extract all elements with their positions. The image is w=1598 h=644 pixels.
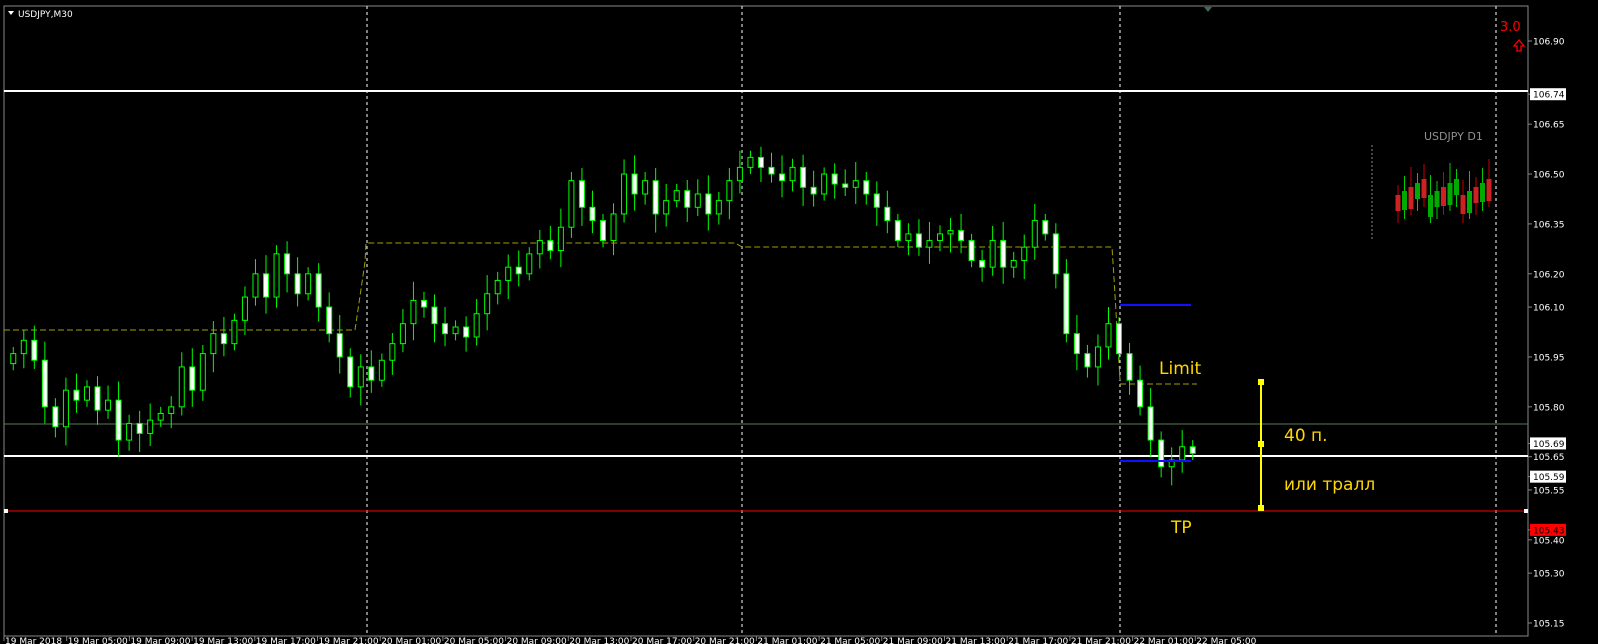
time-label: 20 Mar 13:00 — [569, 637, 629, 644]
time-label: 19 Mar 09:00 — [130, 637, 190, 644]
price-label: 105.55 — [1533, 486, 1565, 496]
price-label: 106.35 — [1533, 220, 1565, 230]
time-label: 22 Mar 05:00 — [1196, 637, 1256, 644]
time-label: 21 Mar 09:00 — [883, 637, 943, 644]
tp-label[interactable]: TP — [1170, 518, 1192, 538]
price-tag-label: 105.59 — [1533, 473, 1565, 483]
time-label: 20 Mar 09:00 — [507, 637, 567, 644]
tp-line-right-handle[interactable] — [1524, 509, 1528, 513]
price-label: 105.40 — [1533, 536, 1565, 546]
price-tag-label: 105.69 — [1533, 440, 1565, 450]
time-label: 20 Mar 17:00 — [632, 637, 692, 644]
time-label: 21 Mar 17:00 — [1008, 637, 1068, 644]
time-label: 19 Mar 05:00 — [68, 637, 128, 644]
price-label: 105.80 — [1533, 403, 1565, 413]
mini-chart-title: USDJPY D1 — [1424, 130, 1483, 143]
limit-label[interactable]: Limit — [1159, 359, 1201, 379]
price-label: 105.30 — [1533, 570, 1565, 580]
corner-value: 3.0 — [1500, 20, 1521, 35]
time-label: 20 Mar 01:00 — [381, 637, 441, 644]
price-label: 106.10 — [1533, 304, 1565, 314]
points-label[interactable]: 40 п. — [1284, 426, 1328, 446]
chart-canvas[interactable]: Limit 40 п. или тралл TP USDJPY D1 USDJP… — [0, 0, 1598, 644]
time-label: 22 Mar 01:00 — [1134, 637, 1194, 644]
price-tag-label: 106.74 — [1533, 91, 1565, 101]
price-label: 106.65 — [1533, 121, 1565, 131]
price-label: 105.65 — [1533, 453, 1565, 463]
trail-label[interactable]: или тралл — [1284, 475, 1375, 495]
price-label: 105.15 — [1533, 620, 1565, 630]
time-label: 19 Mar 21:00 — [319, 637, 379, 644]
price-axis[interactable]: 106.90 106.74 106.65 106.50 106.35 106.20 106.… — [1528, 38, 1566, 630]
time-label: 19 Mar 2018 — [5, 637, 62, 644]
price-label: 106.50 — [1533, 171, 1565, 181]
price-label: 106.20 — [1533, 270, 1565, 280]
tp-line-left-handle[interactable] — [4, 509, 8, 513]
price-tag-label: 105.43 — [1533, 526, 1565, 536]
time-label: 21 Mar 01:00 — [757, 637, 817, 644]
time-label: 20 Mar 21:00 — [695, 637, 755, 644]
time-label: 21 Mar 13:00 — [946, 637, 1006, 644]
candle — [1116, 317, 1123, 361]
time-label: 21 Mar 05:00 — [820, 637, 880, 644]
time-label: 19 Mar 13:00 — [193, 637, 253, 644]
time-label: 21 Mar 21:00 — [1071, 637, 1131, 644]
time-label: 20 Mar 05:00 — [444, 637, 504, 644]
price-label: 106.90 — [1533, 38, 1565, 48]
price-label: 105.95 — [1533, 353, 1565, 363]
symbol-label: USDJPY,M30 — [18, 10, 73, 20]
time-label: 19 Mar 17:00 — [256, 637, 316, 644]
time-axis[interactable]: 19 Mar 2018 19 Mar 05:00 19 Mar 09:00 19 Ma… — [3, 636, 1257, 644]
